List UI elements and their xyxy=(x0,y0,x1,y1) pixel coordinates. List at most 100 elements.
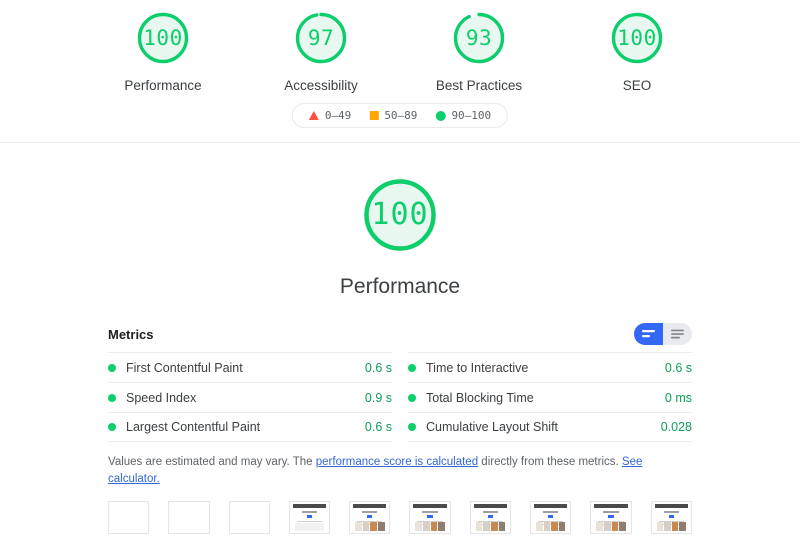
frame-header-bar xyxy=(534,504,567,508)
frame-header-bar xyxy=(474,504,507,508)
frame-image-row xyxy=(596,522,625,531)
metric-row[interactable]: Cumulative Layout Shift0.028 xyxy=(408,412,692,442)
category-gauge-best-practices[interactable]: 93 Best Practices xyxy=(424,10,534,93)
filmstrip-frame xyxy=(470,501,511,534)
performance-category-title: Performance xyxy=(340,275,460,299)
metrics-heading: Metrics xyxy=(108,327,154,342)
performance-gauge-large[interactable]: 100 xyxy=(360,175,440,255)
metric-name: Cumulative Layout Shift xyxy=(426,420,661,434)
metric-value: 0.6 s xyxy=(365,420,392,434)
metric-row[interactable]: First Contentful Paint0.6 s xyxy=(108,352,392,382)
gauge-label: Accessibility xyxy=(284,78,358,93)
gauge-label: Best Practices xyxy=(436,78,522,93)
frame-accent-block xyxy=(548,515,553,518)
metric-row[interactable]: Time to Interactive0.6 s xyxy=(408,352,692,382)
gauge-ring: 100 xyxy=(135,10,191,66)
metrics-toggle-expanded-view[interactable] xyxy=(663,323,692,345)
metric-value: 0.6 s xyxy=(365,361,392,375)
metric-row[interactable]: Speed Index0.9 s xyxy=(108,382,392,412)
metric-pass-dot-icon xyxy=(408,364,416,372)
metric-pass-dot-icon xyxy=(108,394,116,402)
gauge-score: 97 xyxy=(308,28,334,49)
category-gauge-performance[interactable]: 100 Performance xyxy=(108,10,218,93)
frame-title-line xyxy=(603,511,618,513)
bar-lines-icon xyxy=(642,329,655,339)
frame-placeholder-block xyxy=(295,523,324,531)
metric-pass-dot-icon xyxy=(408,394,416,402)
filmstrip-frame xyxy=(651,501,692,534)
filmstrip-frame xyxy=(108,501,149,534)
triangle-fail-icon xyxy=(309,111,319,120)
frame-text-line xyxy=(297,521,322,522)
frame-title-line xyxy=(362,511,377,513)
metric-name: Speed Index xyxy=(126,391,365,405)
metrics-header: Metrics xyxy=(108,323,692,352)
gauge-label: SEO xyxy=(623,78,652,93)
legend-item-1: 50–89 xyxy=(369,109,417,122)
disclaimer-text-2: directly from these metrics. xyxy=(478,456,622,468)
metrics-disclaimer: Values are estimated and may vary. The p… xyxy=(108,442,692,489)
metric-value: 0.9 s xyxy=(365,391,392,405)
metric-row[interactable]: Total Blocking Time0 ms xyxy=(408,382,692,412)
gauge-score: 100 xyxy=(143,28,182,49)
filmstrip-frame xyxy=(229,501,270,534)
gauge-ring: 93 xyxy=(451,10,507,66)
metrics-view-toggle[interactable] xyxy=(634,323,692,345)
filmstrip-frame xyxy=(409,501,450,534)
frame-header-bar xyxy=(594,504,627,508)
metric-name: Total Blocking Time xyxy=(426,391,665,405)
metric-pass-dot-icon xyxy=(108,423,116,431)
frame-image-row xyxy=(415,522,444,531)
frame-header-bar xyxy=(293,504,326,508)
diagnostics-section: Diagnostics — More information about the… xyxy=(108,534,692,537)
frame-header-bar xyxy=(353,504,386,508)
screenshot-filmstrip xyxy=(108,489,692,534)
gauge-ring: 97 xyxy=(293,10,349,66)
frame-header-bar xyxy=(655,504,688,508)
frame-accent-block xyxy=(608,515,613,518)
performance-gauge-large-score: 100 xyxy=(371,200,428,230)
legend-label: 90–100 xyxy=(451,109,491,122)
frame-title-line xyxy=(302,511,317,513)
metric-value: 0.6 s xyxy=(665,361,692,375)
frame-accent-block xyxy=(488,515,493,518)
score-legend: 0–49 50–89 90–100 xyxy=(292,103,508,128)
gauge-label: Performance xyxy=(124,78,201,93)
frame-title-line xyxy=(543,511,558,513)
metrics-toggle-simple-view[interactable] xyxy=(634,323,663,345)
performance-panel: Metrics First Contentful Paint0.6 s Time … xyxy=(108,299,692,537)
performance-score-calculated-link[interactable]: performance score is calculated xyxy=(316,456,478,468)
frame-title-line xyxy=(664,511,679,513)
metric-name: Largest Contentful Paint xyxy=(126,420,365,434)
disclaimer-text-1: Values are estimated and may vary. The xyxy=(108,456,316,468)
category-gauges-row: 100 Performance 97 Accessibility 93 Best Prac… xyxy=(0,0,800,93)
gauge-ring: 100 xyxy=(609,10,665,66)
filmstrip-frame xyxy=(289,501,330,534)
frame-accent-block xyxy=(669,515,674,518)
metric-value: 0 ms xyxy=(665,391,692,405)
legend-item-0: 0–49 xyxy=(309,109,352,122)
metrics-grid: First Contentful Paint0.6 s Time to Inter… xyxy=(108,352,692,442)
frame-title-line xyxy=(422,511,437,513)
frame-header-bar xyxy=(413,504,446,508)
metric-value: 0.028 xyxy=(661,420,692,434)
frame-image-row xyxy=(476,522,505,531)
gauge-score: 93 xyxy=(466,28,492,49)
category-gauge-accessibility[interactable]: 97 Accessibility xyxy=(266,10,376,93)
metric-pass-dot-icon xyxy=(108,364,116,372)
filmstrip-frame xyxy=(590,501,631,534)
circle-pass-icon xyxy=(435,111,445,121)
square-average-icon xyxy=(369,111,378,120)
metric-row[interactable]: Largest Contentful Paint0.6 s xyxy=(108,412,392,442)
legend-item-2: 90–100 xyxy=(435,109,491,122)
category-gauge-seo[interactable]: 100 SEO xyxy=(582,10,692,93)
frame-title-line xyxy=(483,511,498,513)
frame-accent-block xyxy=(427,515,432,518)
gauge-score: 100 xyxy=(617,28,656,49)
legend-label: 0–49 xyxy=(325,109,352,122)
performance-category-header: 100 Performance xyxy=(0,143,800,299)
filmstrip-frame xyxy=(349,501,390,534)
legend-label: 50–89 xyxy=(384,109,417,122)
frame-image-row xyxy=(536,522,565,531)
frame-accent-block xyxy=(307,515,312,518)
